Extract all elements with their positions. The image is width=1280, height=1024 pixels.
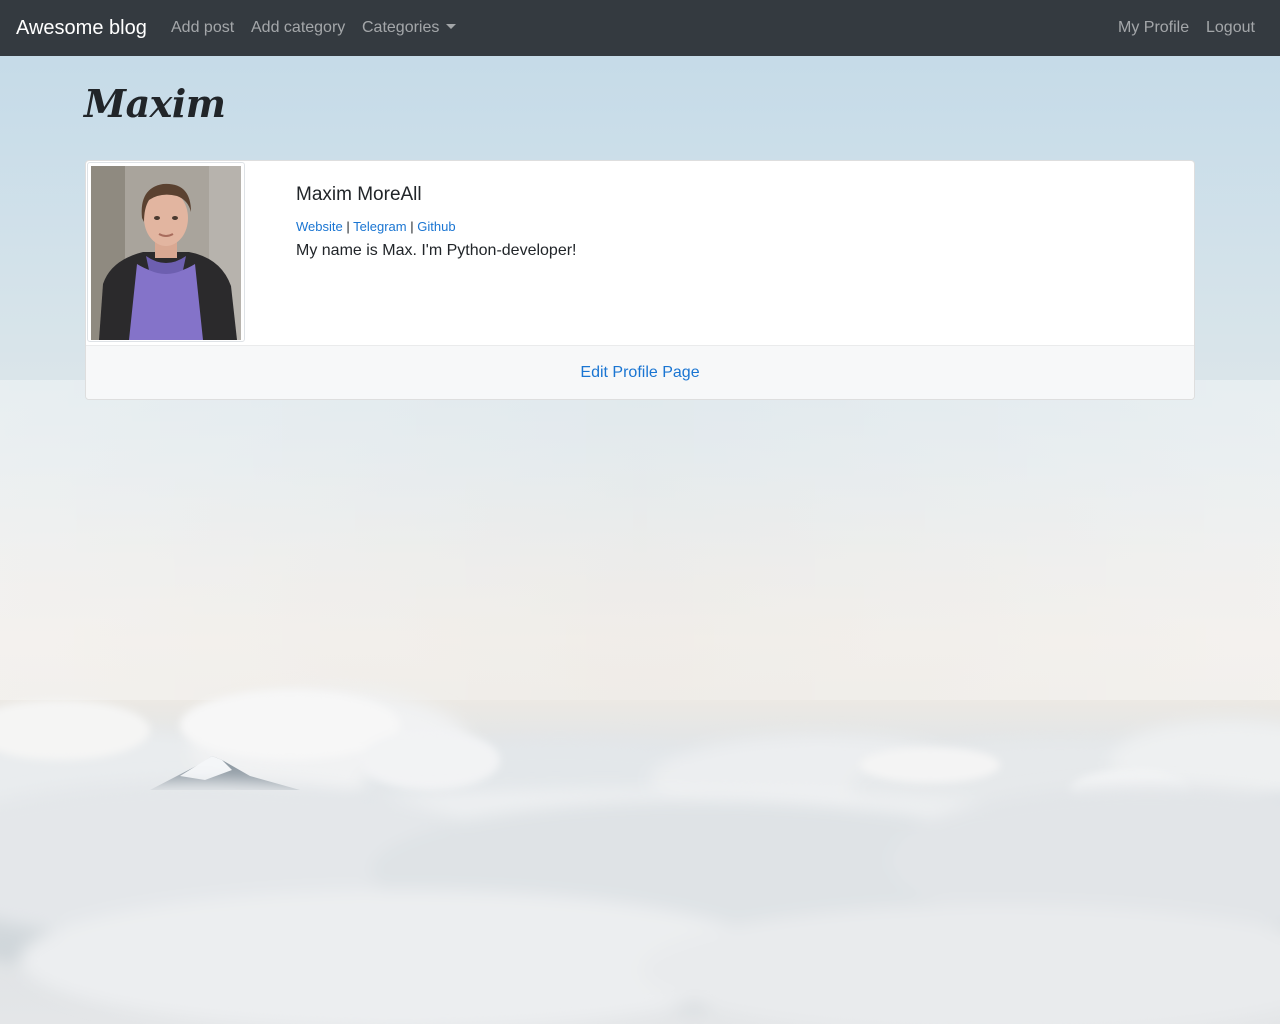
nav-my-profile[interactable]: My Profile	[1118, 18, 1189, 38]
avatar-frame	[87, 162, 245, 342]
nav-add-post[interactable]: Add post	[171, 18, 234, 38]
card-footer: Edit Profile Page	[86, 345, 1194, 399]
profile-name: Maxim MoreAll	[296, 184, 422, 205]
github-link[interactable]: Github	[417, 219, 455, 234]
nav-add-category[interactable]: Add category	[251, 18, 345, 38]
profile-card: Maxim MoreAll Website | Telegram | Githu…	[85, 160, 1195, 400]
website-link[interactable]: Website	[296, 219, 343, 234]
profile-bio: My name is Max. I'm Python-developer!	[296, 242, 577, 259]
profile-links: Website | Telegram | Github	[296, 219, 456, 235]
nav-logout[interactable]: Logout	[1206, 18, 1255, 38]
page-title: Maxim	[84, 81, 226, 126]
edit-profile-link[interactable]: Edit Profile Page	[580, 363, 699, 383]
nav-categories-dropdown[interactable]: Categories	[362, 18, 457, 38]
brand-link[interactable]: Awesome blog	[16, 16, 147, 40]
telegram-link[interactable]: Telegram	[353, 219, 406, 234]
cloud-background	[0, 380, 1280, 1024]
top-navbar: Awesome blog Add post Add category Categ…	[0, 0, 1280, 56]
avatar	[91, 166, 241, 340]
nav-categories-label: Categories	[362, 19, 440, 36]
link-separator: |	[346, 219, 350, 234]
link-separator: |	[410, 219, 414, 234]
caret-down-icon	[446, 24, 457, 29]
